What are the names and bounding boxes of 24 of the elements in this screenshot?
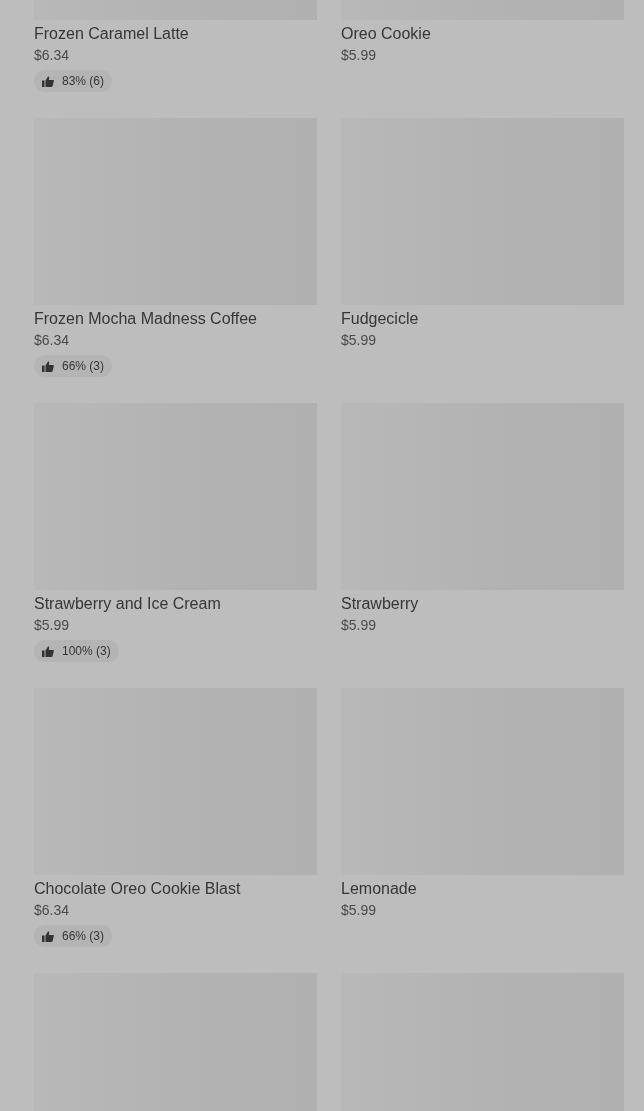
thumbs-up-icon [42,930,54,942]
rating-text: 83% (6) [62,73,105,90]
product-name[interactable]: Fudgecicle [341,308,624,330]
thumbs-up-icon [42,645,54,657]
product-name[interactable]: Frozen Mocha Madness Coffee [34,308,317,330]
thumbs-up-icon [42,75,54,87]
rating-text: 66% (3) [62,358,105,375]
product-name[interactable]: Chocolate Oreo Cookie Blast [34,878,317,900]
product-name[interactable]: Lemonade [341,878,624,900]
product-name[interactable]: Oreo Cookie [341,23,624,45]
product-price: $5.99 [341,616,378,635]
product-price: $6.34 [34,331,71,350]
rating-text: 66% (3) [62,928,105,945]
rating-text: 100% (3) [62,643,111,660]
thumbs-up-icon [42,360,54,372]
product-name[interactable]: Frozen Caramel Latte [34,23,317,45]
product-price: $5.99 [34,616,71,635]
product-price: $5.99 [341,901,378,920]
product-price: $6.34 [34,46,71,65]
product-price: $6.34 [34,901,71,920]
product-name[interactable]: Strawberry [341,593,624,615]
product-price: $5.99 [341,331,378,350]
product-name[interactable]: Strawberry and Ice Cream [34,593,317,615]
product-price: $5.99 [341,46,378,65]
